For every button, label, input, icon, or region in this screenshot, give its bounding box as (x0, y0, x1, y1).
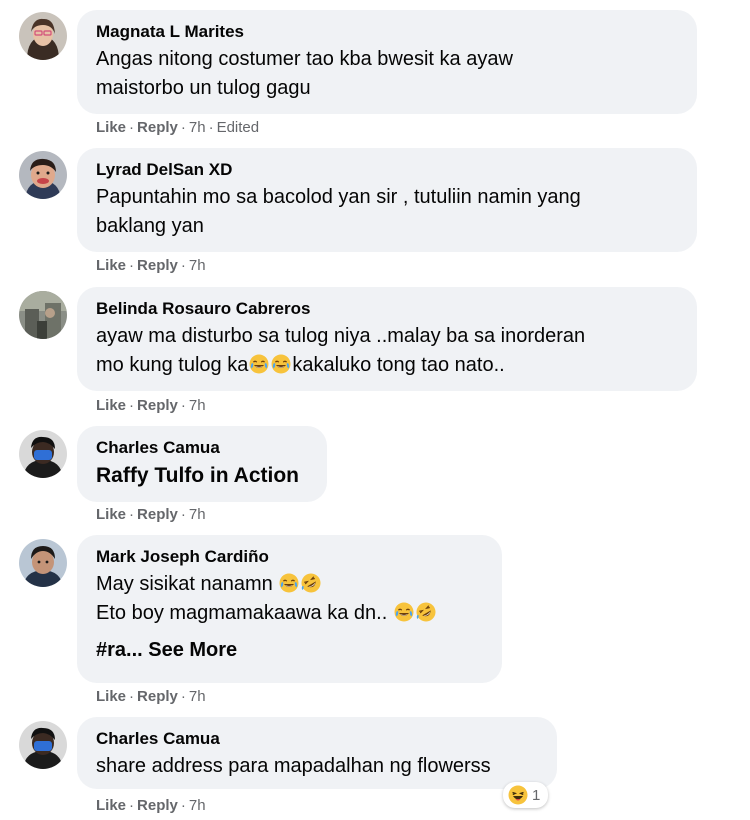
see-more-link[interactable]: #ra... See More (96, 636, 483, 665)
comment-author[interactable]: Belinda Rosauro Cabreros (96, 299, 678, 319)
comment-author[interactable]: Lyrad DelSan XD (96, 160, 678, 180)
rolling-laughing-icon (301, 573, 321, 593)
comment-actions: Like · Reply · 7h (96, 257, 206, 274)
comment-line: Papuntahin mo sa bacolod yan sir , tutul… (96, 186, 581, 208)
comment-line: ayaw ma disturbo sa tulog niya ..malay b… (96, 325, 586, 347)
tears-of-joy-icon (394, 602, 414, 622)
comment-timestamp[interactable]: 7h (189, 688, 206, 705)
reaction-summary[interactable]: 1 (503, 782, 549, 808)
like-button[interactable]: Like (96, 797, 126, 814)
reply-button[interactable]: Reply (137, 797, 178, 814)
avatar[interactable] (19, 430, 67, 478)
avatar[interactable] (19, 721, 67, 769)
tears-of-joy-icon (271, 354, 291, 374)
rolling-laughing-icon (416, 602, 436, 622)
comment-line: baklang yan (96, 215, 204, 237)
comment-line: maistorbo un tulog gagu (96, 77, 311, 99)
reply-button[interactable]: Reply (137, 397, 178, 414)
reply-button[interactable]: Reply (137, 506, 178, 523)
comment-line: Angas nitong costumer tao kba bwesit ka … (96, 48, 513, 70)
tears-of-joy-icon (279, 573, 299, 593)
comment-actions: Like · Reply · 7h (96, 506, 206, 523)
like-button[interactable]: Like (96, 397, 126, 414)
comment-author[interactable]: Mark Joseph Cardiño (96, 547, 483, 567)
tears-of-joy-icon (249, 354, 269, 374)
comment-bubble: Magnata L Marites Angas nitong costumer … (77, 10, 697, 114)
reply-button[interactable]: Reply (137, 257, 178, 274)
comment-actions: Like · Reply · 7h · Edited (96, 119, 260, 136)
avatar[interactable] (19, 291, 67, 339)
comment-text: Papuntahin mo sa bacolod yan sir , tutul… (96, 183, 678, 241)
comment-line-part: mo kung tulog ka (96, 354, 249, 376)
comment-bubble: Mark Joseph Cardiño May sisikat nanamn E… (77, 535, 502, 683)
avatar[interactable] (19, 539, 67, 587)
edited-label: Edited (216, 119, 260, 136)
comment-actions: Like · Reply · 7h (96, 688, 206, 705)
like-button[interactable]: Like (96, 688, 126, 705)
reply-button[interactable]: Reply (137, 688, 178, 705)
comment-actions: Like · Reply · 7h (96, 397, 206, 414)
comment-text: Raffy Tulfo in Action (96, 464, 299, 487)
comment-line-part: kakaluko tong tao nato.. (292, 354, 505, 376)
comment-line: Eto boy magmamakaawa ka dn.. (96, 599, 483, 628)
comment-author[interactable]: Charles Camua (96, 438, 308, 458)
comment-timestamp[interactable]: 7h (189, 397, 206, 414)
comment-actions: Like · Reply · 7h (96, 797, 206, 814)
comment-bubble: Charles Camua share address para mapadal… (77, 717, 557, 789)
comment-line: mo kung tulog ka kakaluko tong tao nato.. (96, 351, 678, 380)
haha-reaction-icon (508, 785, 528, 805)
comment-line-part: May sisikat nanamn (96, 573, 273, 595)
comment-line: May sisikat nanamn (96, 570, 483, 599)
like-button[interactable]: Like (96, 119, 126, 136)
reaction-count: 1 (532, 786, 541, 804)
like-button[interactable]: Like (96, 257, 126, 274)
comment-timestamp[interactable]: 7h (189, 119, 206, 136)
comment-author[interactable]: Charles Camua (96, 729, 538, 749)
reply-button[interactable]: Reply (137, 119, 178, 136)
comment-timestamp[interactable]: 7h (189, 797, 206, 814)
like-button[interactable]: Like (96, 506, 126, 523)
comment-text: May sisikat nanamn Eto boy magmamakaawa … (96, 570, 483, 628)
comment-text: share address para mapadalhan ng flowers… (96, 755, 491, 777)
comment-text: Angas nitong costumer tao kba bwesit ka … (96, 45, 678, 103)
comment-line-part: Eto boy magmamakaawa ka dn.. (96, 602, 388, 624)
comment-bubble: Lyrad DelSan XD Papuntahin mo sa bacolod… (77, 148, 697, 252)
comment-timestamp[interactable]: 7h (189, 257, 206, 274)
comment-text: ayaw ma disturbo sa tulog niya ..malay b… (96, 322, 678, 380)
avatar[interactable] (19, 12, 67, 60)
comment-timestamp[interactable]: 7h (189, 506, 206, 523)
avatar[interactable] (19, 151, 67, 199)
comment-author[interactable]: Magnata L Marites (96, 22, 678, 42)
comment-bubble: Belinda Rosauro Cabreros ayaw ma disturb… (77, 287, 697, 391)
comment-bubble: Charles Camua Raffy Tulfo in Action (77, 426, 327, 502)
